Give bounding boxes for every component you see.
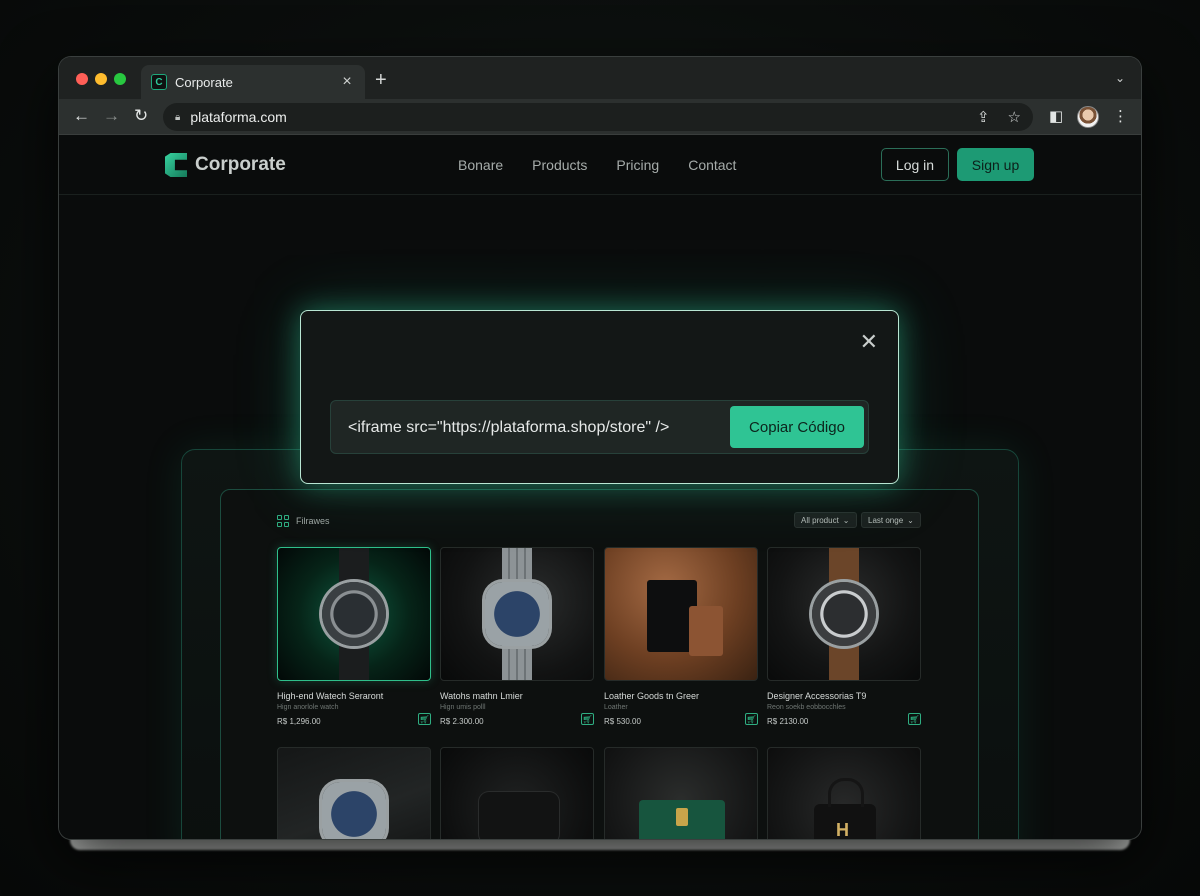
product-card[interactable] <box>440 747 594 839</box>
watch-strap <box>829 640 859 680</box>
filter-dropdown-sort[interactable]: Last onge ⌄ <box>861 512 921 528</box>
browser-window: C Corporate × + ⌄ ← → ↻ 🔒︎ plataforma.co… <box>59 57 1141 839</box>
browser-tab[interactable]: C Corporate × <box>141 65 365 99</box>
embed-code-field[interactable]: <iframe src="https://plataforma.shop/sto… <box>330 400 869 454</box>
login-button[interactable]: Log in <box>881 148 949 181</box>
bookmark-star-icon[interactable]: ☆ <box>1008 108 1021 126</box>
embed-code-text[interactable]: <iframe src="https://plataforma.shop/sto… <box>348 419 669 437</box>
browser-toolbar: ← → ↻ 🔒︎ plataforma.com ⇪ ☆ ◧ ⋮ <box>59 99 1141 135</box>
embed-code-modal: ✕ <iframe src="https://plataforma.shop/s… <box>300 310 899 484</box>
product-card[interactable] <box>277 747 431 839</box>
product-image-bag[interactable] <box>604 747 758 839</box>
product-subtitle: Hign anorlole watch <box>277 704 339 711</box>
wallet-black <box>479 792 559 839</box>
product-price: R$ 530.00 <box>604 717 641 726</box>
url-text[interactable]: plataforma.com <box>190 109 959 125</box>
main-nav: Bonare Products Pricing Contact <box>458 157 736 173</box>
product-name[interactable]: Designer Accessorias T9 <box>767 691 921 701</box>
product-image-watch[interactable] <box>277 547 431 681</box>
wallet-brown <box>689 606 723 656</box>
new-tab-icon[interactable]: + <box>375 69 387 92</box>
add-to-cart-icon[interactable]: 🛒︎ <box>745 713 758 725</box>
back-arrow-icon[interactable]: ← <box>73 106 90 126</box>
watch-strap <box>339 640 369 680</box>
add-to-cart-icon[interactable]: 🛒︎ <box>908 713 921 725</box>
product-image-watch[interactable] <box>440 547 594 681</box>
product-name[interactable]: Watohs mathn Lmier <box>440 691 594 701</box>
bag-black <box>814 778 876 839</box>
nav-item-contact[interactable]: Contact <box>688 157 736 173</box>
brand-name[interactable]: Corporate <box>195 154 286 176</box>
watch-face <box>322 582 386 646</box>
favicon-icon: C <box>151 74 167 90</box>
filter-label: All product <box>801 515 839 525</box>
browser-menu-icon[interactable]: ⋮ <box>1113 107 1128 125</box>
signup-button[interactable]: Sign up <box>957 148 1034 181</box>
tab-strip: C Corporate × + ⌄ <box>59 57 1141 99</box>
nav-item-home[interactable]: Bonare <box>458 157 503 173</box>
product-image-wallet[interactable] <box>440 747 594 839</box>
product-price: R$ 2.300.00 <box>440 717 484 726</box>
product-card[interactable]: Watohs mathn Lmier Hign umis polll R$ 2.… <box>440 547 594 726</box>
product-image-watch[interactable] <box>277 747 431 839</box>
web-page: Corporate Bonare Products Pricing Contac… <box>59 135 1141 839</box>
maximize-window-button[interactable] <box>114 73 126 85</box>
product-subtitle: Reon soekb eobbocchles <box>767 704 846 711</box>
product-name[interactable]: High-end Watech Seraront <box>277 691 431 701</box>
watch-bracelet <box>502 640 532 680</box>
watch-face <box>322 782 386 839</box>
close-window-button[interactable] <box>76 73 88 85</box>
chevron-down-icon: ⌄ <box>907 515 914 525</box>
product-card[interactable] <box>767 747 921 839</box>
address-bar[interactable]: 🔒︎ plataforma.com ⇪ ☆ <box>163 103 1033 131</box>
filter-label: Last onge <box>868 515 904 525</box>
product-subtitle: Hign umis polll <box>440 704 486 711</box>
bag-green <box>639 800 725 839</box>
product-subtitle: Loather <box>604 704 628 711</box>
minimize-window-button[interactable] <box>95 73 107 85</box>
forward-arrow-icon[interactable]: → <box>103 106 120 126</box>
add-to-cart-icon[interactable]: 🛒︎ <box>581 713 594 725</box>
brand-logo-icon[interactable] <box>165 153 187 177</box>
side-panel-icon[interactable]: ◧ <box>1049 107 1063 125</box>
share-icon[interactable]: ⇪ <box>977 108 990 126</box>
product-card[interactable]: Designer Accessorias T9 Reon soekb eobbo… <box>767 547 921 726</box>
copy-code-button[interactable]: Copiar Código <box>730 406 864 448</box>
nav-item-pricing[interactable]: Pricing <box>616 157 659 173</box>
product-image-bag[interactable] <box>767 747 921 839</box>
close-icon[interactable]: ✕ <box>860 329 878 355</box>
product-price: R$ 1,296.00 <box>277 717 321 726</box>
store-header: Filrawes <box>277 515 330 527</box>
product-image-wallet[interactable] <box>604 547 758 681</box>
store-title: Filrawes <box>296 516 330 526</box>
close-tab-icon[interactable]: × <box>339 73 355 91</box>
product-card[interactable]: High-end Watech Seraront Hign anorlole w… <box>277 547 431 726</box>
product-name[interactable]: Loather Goods tn Greer <box>604 691 758 701</box>
tab-title: Corporate <box>175 74 233 90</box>
nav-item-products[interactable]: Products <box>532 157 587 173</box>
product-price: R$ 2130.00 <box>767 717 809 726</box>
chevron-down-icon: ⌄ <box>842 515 850 525</box>
profile-avatar[interactable] <box>1077 106 1099 128</box>
site-header: Corporate Bonare Products Pricing Contac… <box>59 135 1141 195</box>
lock-icon[interactable]: 🔒︎ <box>175 112 180 123</box>
add-to-cart-icon[interactable]: 🛒︎ <box>418 713 431 725</box>
product-image-watch[interactable] <box>767 547 921 681</box>
filter-dropdown-category[interactable]: All product ⌄ <box>794 512 857 528</box>
tab-search-chevron-icon[interactable]: ⌄ <box>1115 71 1125 85</box>
grid-icon <box>277 515 289 527</box>
reload-icon[interactable]: ↻ <box>134 106 148 126</box>
product-card[interactable]: Loather Goods tn Greer Loather R$ 530.00… <box>604 547 758 726</box>
product-card[interactable] <box>604 747 758 839</box>
watch-face <box>812 582 876 646</box>
watch-face <box>485 582 549 646</box>
